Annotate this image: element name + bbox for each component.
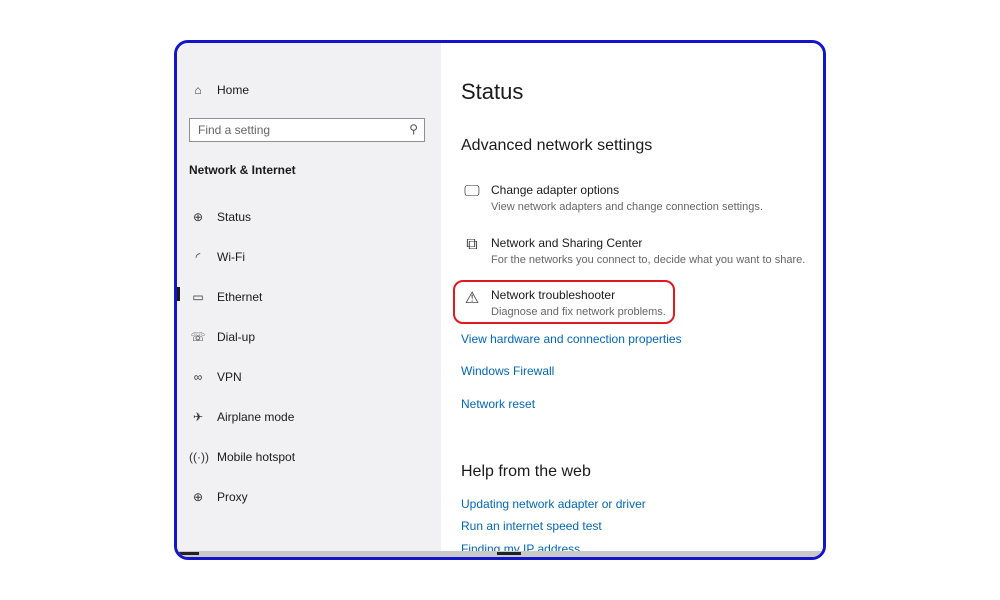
adapter-monitor-icon: 🖵: [464, 183, 480, 200]
sidebar-item-label: Mobile hotspot: [217, 450, 296, 464]
taskbar-segment: [497, 552, 521, 555]
section-label: Network & Internet: [189, 163, 296, 177]
home-icon: ⌂: [194, 83, 202, 97]
airplane-icon: ✈: [192, 410, 204, 424]
option-desc: View network adapters and change connect…: [491, 201, 763, 213]
page-title: Status: [461, 79, 524, 104]
sidebar-item-dial-up[interactable]: ☏ Dial-up: [189, 330, 255, 344]
taskbar-segment: [179, 552, 199, 555]
link-hardware-properties[interactable]: View hardware and connection properties: [461, 332, 682, 346]
warning-icon: ⚠: [464, 290, 480, 307]
advanced-heading: Advanced network settings: [461, 137, 653, 154]
vpn-icon: ∞: [193, 370, 203, 384]
sidebar-item-label: Airplane mode: [217, 410, 295, 424]
sidebar: ⌂ Home ⚲ Network & Internet ⊕ Status ◜ W…: [177, 43, 441, 557]
sidebar-item-label: Proxy: [217, 490, 248, 504]
sharing-center-icon: ⧉: [466, 236, 478, 253]
wifi-icon: ◜: [195, 250, 201, 264]
option-title: Change adapter options: [491, 183, 620, 197]
search-input[interactable]: [190, 122, 400, 138]
sidebar-item-label: Dial-up: [217, 330, 256, 344]
active-indicator: [177, 287, 180, 301]
hotspot-icon: ((·)): [189, 450, 209, 464]
option-desc: Diagnose and fix network problems.: [491, 306, 666, 318]
sidebar-item-label: VPN: [217, 370, 242, 384]
link-speed-test[interactable]: Run an internet speed test: [461, 519, 602, 533]
sidebar-item-airplane-mode[interactable]: ✈ Airplane mode: [189, 410, 294, 424]
link-windows-firewall[interactable]: Windows Firewall: [461, 364, 554, 378]
link-update-adapter[interactable]: Updating network adapter or driver: [461, 497, 646, 511]
main-content: Status Advanced network settings 🖵 Chang…: [441, 43, 823, 557]
search-box[interactable]: ⚲: [189, 118, 425, 142]
option-title: Network troubleshooter: [491, 288, 616, 302]
sidebar-item-mobile-hotspot[interactable]: ((·)) Mobile hotspot: [189, 450, 295, 464]
taskbar-edge: [177, 551, 823, 557]
option-sharing-center[interactable]: ⧉ Network and Sharing Center For the net…: [461, 236, 805, 266]
option-title: Network and Sharing Center: [491, 236, 643, 250]
option-desc: For the networks you connect to, decide …: [491, 254, 806, 266]
settings-window: ← Settings ▭ ⌂ Home ⚲ Network & Internet…: [174, 40, 826, 560]
option-network-troubleshooter[interactable]: ⚠ Network troubleshooter Diagnose and fi…: [461, 288, 666, 318]
link-network-reset[interactable]: Network reset: [461, 397, 535, 411]
sidebar-item-ethernet[interactable]: ▭ Ethernet: [189, 290, 262, 304]
sidebar-item-label: Status: [217, 210, 252, 224]
search-icon[interactable]: ⚲: [409, 122, 418, 136]
dial-up-icon: ☏: [190, 330, 206, 344]
ethernet-icon: ▭: [192, 290, 204, 304]
sidebar-item-vpn[interactable]: ∞ VPN: [189, 370, 242, 384]
sidebar-item-proxy[interactable]: ⊕ Proxy: [189, 490, 248, 504]
globe-icon: ⊕: [192, 490, 204, 504]
sidebar-item-label: Ethernet: [217, 290, 263, 304]
sidebar-item-wifi[interactable]: ◜ Wi-Fi: [189, 250, 245, 264]
sidebar-item-status[interactable]: ⊕ Status: [189, 210, 251, 224]
help-heading: Help from the web: [461, 463, 591, 480]
sidebar-home-label: Home: [217, 83, 250, 97]
status-globe-icon: ⊕: [192, 210, 204, 224]
sidebar-item-label: Wi-Fi: [217, 250, 245, 264]
option-change-adapter[interactable]: 🖵 Change adapter options View network ad…: [461, 183, 763, 213]
sidebar-item-home[interactable]: ⌂ Home: [189, 83, 249, 97]
